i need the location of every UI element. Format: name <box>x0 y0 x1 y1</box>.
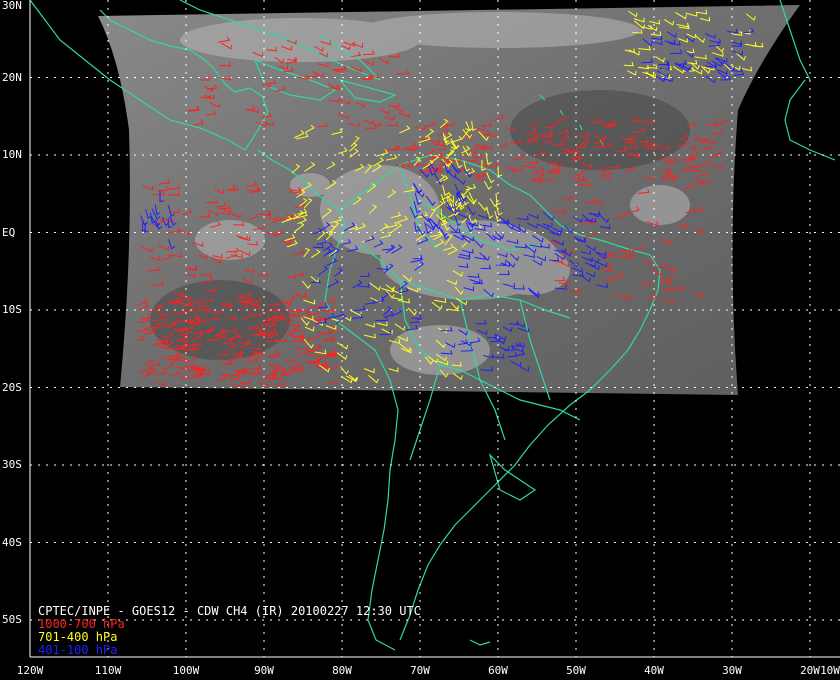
latitude-label: 10N <box>2 148 22 161</box>
latitude-label: 10S <box>2 303 22 316</box>
longitude-label: 100W <box>172 664 200 677</box>
longitude-label: 90W <box>254 664 274 677</box>
longitude-label: 50W <box>566 664 586 677</box>
longitude-label: 60W <box>488 664 508 677</box>
latitude-label: 30S <box>2 458 22 471</box>
latitude-label: 50S <box>2 613 22 626</box>
legend-high-level: 401-100 hPa <box>38 643 118 657</box>
latitude-label: 20N <box>2 70 22 84</box>
latitude-label: 30N <box>2 0 22 12</box>
longitude-label: 120W <box>16 664 44 677</box>
longitude-label: 40W <box>644 664 664 677</box>
longitude-label: 20W <box>800 664 820 677</box>
latitude-label: 40S <box>2 535 22 549</box>
longitude-label: 10W <box>820 664 840 677</box>
longitude-label: 30W <box>722 664 742 677</box>
longitude-label: 110W <box>94 664 122 677</box>
wind-vector-map <box>29 0 840 658</box>
latitude-label: EQ <box>2 225 16 239</box>
longitude-label: 70W <box>410 664 430 677</box>
latitude-label: 20S <box>2 380 22 394</box>
longitude-label: 80W <box>332 664 352 677</box>
